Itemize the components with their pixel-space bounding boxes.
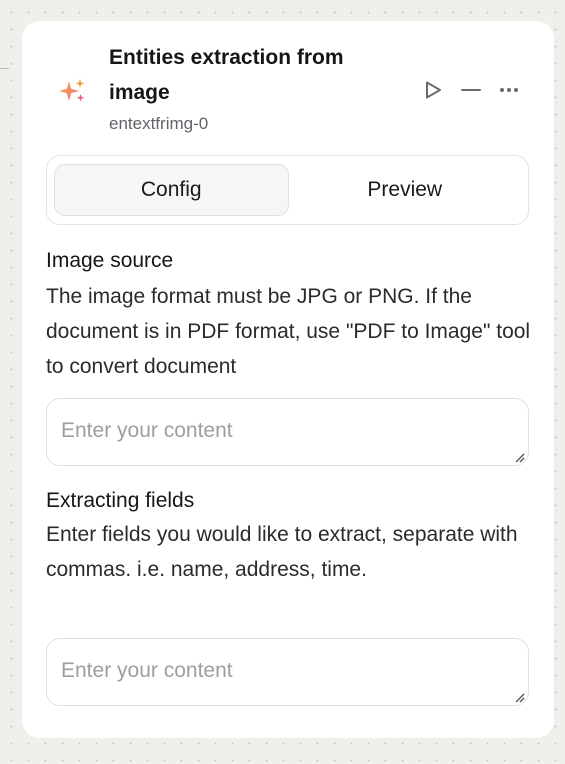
tab-config[interactable]: Config xyxy=(54,164,289,216)
minus-icon[interactable] xyxy=(458,77,484,103)
resize-handle-icon[interactable] xyxy=(513,690,525,703)
tab-preview[interactable]: Preview xyxy=(289,164,522,216)
extracting-fields-label: Extracting fields xyxy=(46,489,195,512)
extracting-fields-input[interactable]: Enter your content xyxy=(46,638,529,706)
image-source-label: Image source xyxy=(46,249,174,272)
more-horizontal-icon[interactable] xyxy=(496,77,522,103)
tool-node-card[interactable]: Entities extraction from image entextfri… xyxy=(22,21,554,738)
resize-handle-icon[interactable] xyxy=(513,450,525,463)
node-id: entextfrimg-0 xyxy=(109,114,209,133)
image-source-input[interactable]: Enter your content xyxy=(46,398,529,466)
input-placeholder: Enter your content xyxy=(61,419,233,442)
canvas-edge-marker xyxy=(0,68,9,69)
input-placeholder: Enter your content xyxy=(61,659,233,682)
tab-bar: Config Preview xyxy=(46,155,529,225)
node-title: Entities extraction from image xyxy=(109,46,344,104)
sparkles-icon xyxy=(58,77,88,107)
node-header: Entities extraction from image entextfri… xyxy=(22,21,554,146)
image-source-description: The image format must be JPG or PNG. If … xyxy=(46,285,531,378)
node-actions xyxy=(420,77,522,103)
extracting-fields-description: Enter fields you would like to extract, … xyxy=(46,523,518,581)
play-icon[interactable] xyxy=(420,77,446,103)
